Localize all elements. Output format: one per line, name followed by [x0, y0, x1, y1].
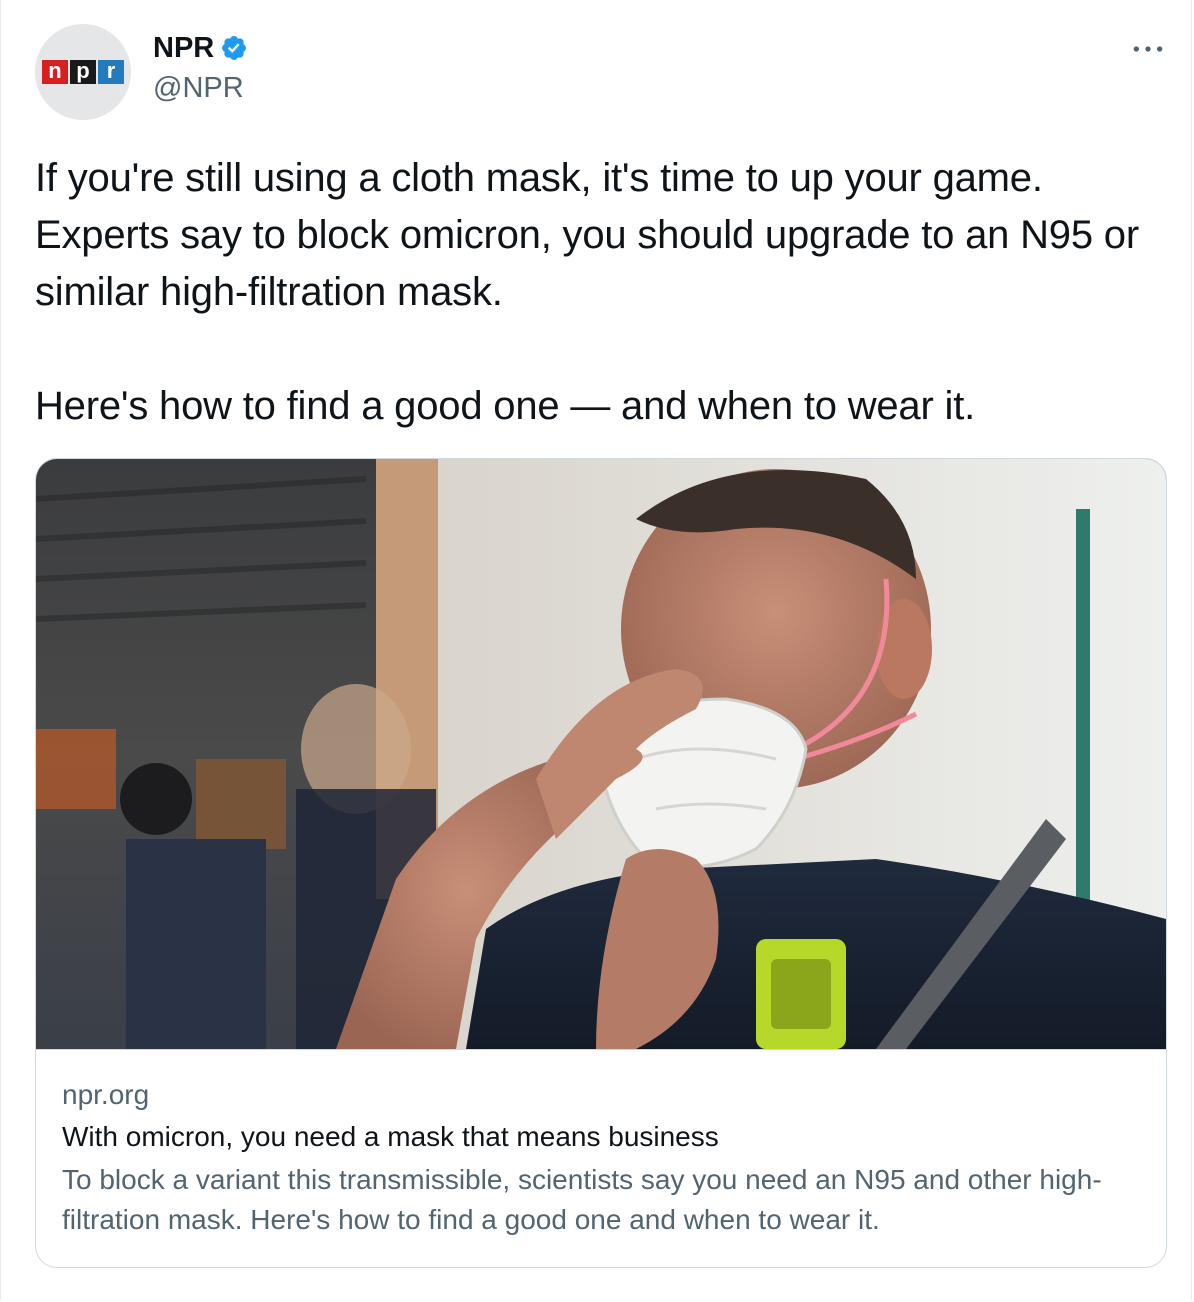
link-card[interactable]: npr.org With omicron, you need a mask th… — [35, 458, 1167, 1268]
logo-letter-r: r — [98, 60, 124, 84]
more-horizontal-icon — [1133, 46, 1163, 52]
more-button[interactable] — [1125, 26, 1171, 72]
card-image[interactable] — [36, 459, 1166, 1050]
display-name[interactable]: NPR — [153, 30, 214, 66]
verified-badge-icon — [220, 34, 248, 62]
author-name-row: NPR — [153, 30, 248, 66]
tweet-paragraph-1: If you're still using a cloth mask, it's… — [35, 156, 1139, 314]
card-domain: npr.org — [62, 1079, 150, 1110]
logo-letter-p: p — [70, 60, 96, 84]
man-fitting-n95-mask-photo — [36, 459, 1166, 1049]
card-meta: npr.org With omicron, you need a mask th… — [62, 1075, 1142, 1240]
tweet-text: If you're still using a cloth mask, it's… — [35, 150, 1155, 435]
logo-letter-n: n — [42, 60, 68, 84]
tweet: n p r NPR @NPR If you're still using a c… — [0, 0, 1192, 1300]
npr-logo: n p r — [42, 60, 124, 84]
card-title: With omicron, you need a mask that means… — [62, 1121, 719, 1152]
tweet-paragraph-2: Here's how to find a good one — and when… — [35, 384, 976, 428]
card-description: To block a variant this transmissible, s… — [62, 1164, 1102, 1235]
avatar[interactable]: n p r — [35, 24, 131, 120]
user-handle[interactable]: @NPR — [153, 70, 244, 106]
